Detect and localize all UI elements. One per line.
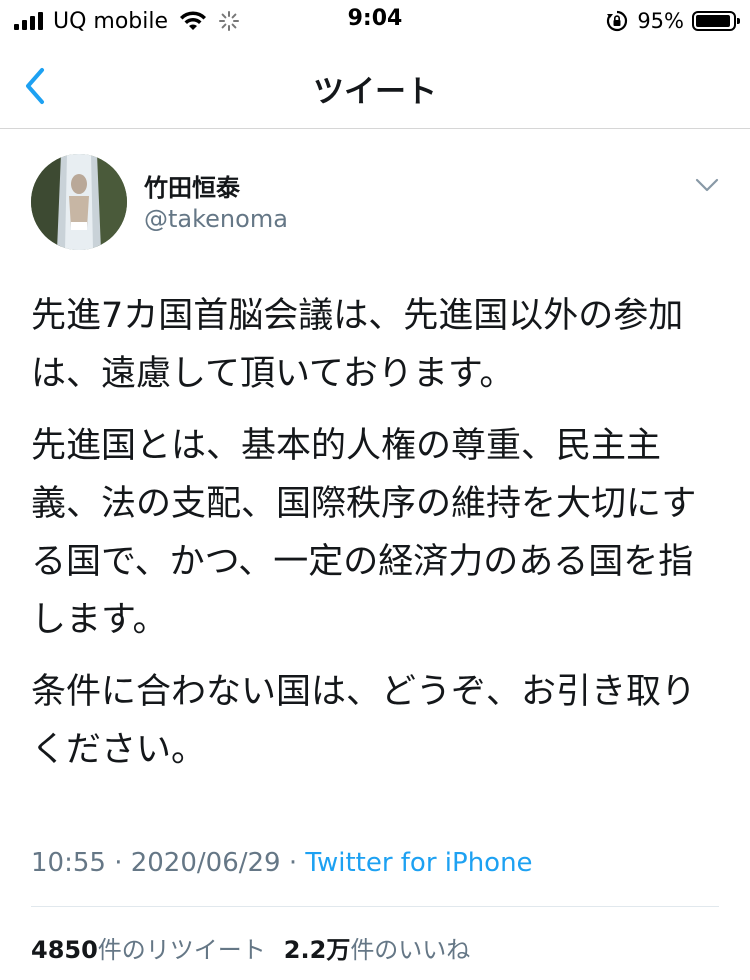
tweet-stats: 4850件のリツイート 2.2万件のいいね bbox=[31, 930, 470, 965]
author-handle[interactable]: @takenoma bbox=[144, 205, 288, 233]
status-right: 95% bbox=[605, 6, 740, 36]
author-display-name[interactable]: 竹田恒泰 bbox=[144, 168, 240, 203]
tweet-paragraph-3: 条件に合わない国は、どうぞ、お引き取りください。 bbox=[31, 672, 697, 770]
chevron-down-icon[interactable] bbox=[694, 172, 720, 198]
retweets-stat[interactable]: 4850件のリツイート bbox=[31, 930, 266, 965]
likes-count: 2.2万 bbox=[283, 936, 351, 964]
tweet-paragraph-2: 先進国とは、基本的人権の尊重、民主主義、法の支配、国際秩序の維持を大切にする国で… bbox=[31, 426, 697, 640]
status-bar: UQ mobile 9:04 95% bbox=[0, 0, 750, 44]
battery-icon bbox=[692, 11, 740, 31]
avatar[interactable] bbox=[31, 154, 127, 250]
retweets-label: 件のリツイート bbox=[97, 936, 266, 964]
page-title: ツイート bbox=[313, 74, 437, 110]
tweet-text: 先進7カ国首脳会議は、先進国以外の参加は、遠慮して頂いております。 先進国とは、… bbox=[31, 287, 721, 793]
divider bbox=[31, 906, 719, 907]
likes-stat[interactable]: 2.2万件のいいね bbox=[284, 930, 471, 965]
tweet-timestamp: 10:55 · 2020/06/29 · bbox=[31, 848, 306, 878]
battery-percent: 95% bbox=[637, 9, 684, 33]
tweet-paragraph-1: 先進7カ国首脳会議は、先進国以外の参加は、遠慮して頂いております。 bbox=[31, 296, 684, 394]
tweet-meta: 10:55 · 2020/06/29 · Twitter for iPhone bbox=[31, 848, 533, 878]
battery-level bbox=[696, 15, 730, 27]
tweet-source-link[interactable]: Twitter for iPhone bbox=[305, 848, 532, 878]
battery-nub bbox=[737, 18, 740, 24]
retweets-count: 4850 bbox=[31, 936, 98, 964]
likes-label: 件のいいね bbox=[350, 936, 471, 964]
nav-bar: ツイート bbox=[0, 44, 750, 129]
avatar-image bbox=[31, 154, 127, 250]
rotation-lock-icon bbox=[607, 10, 628, 32]
